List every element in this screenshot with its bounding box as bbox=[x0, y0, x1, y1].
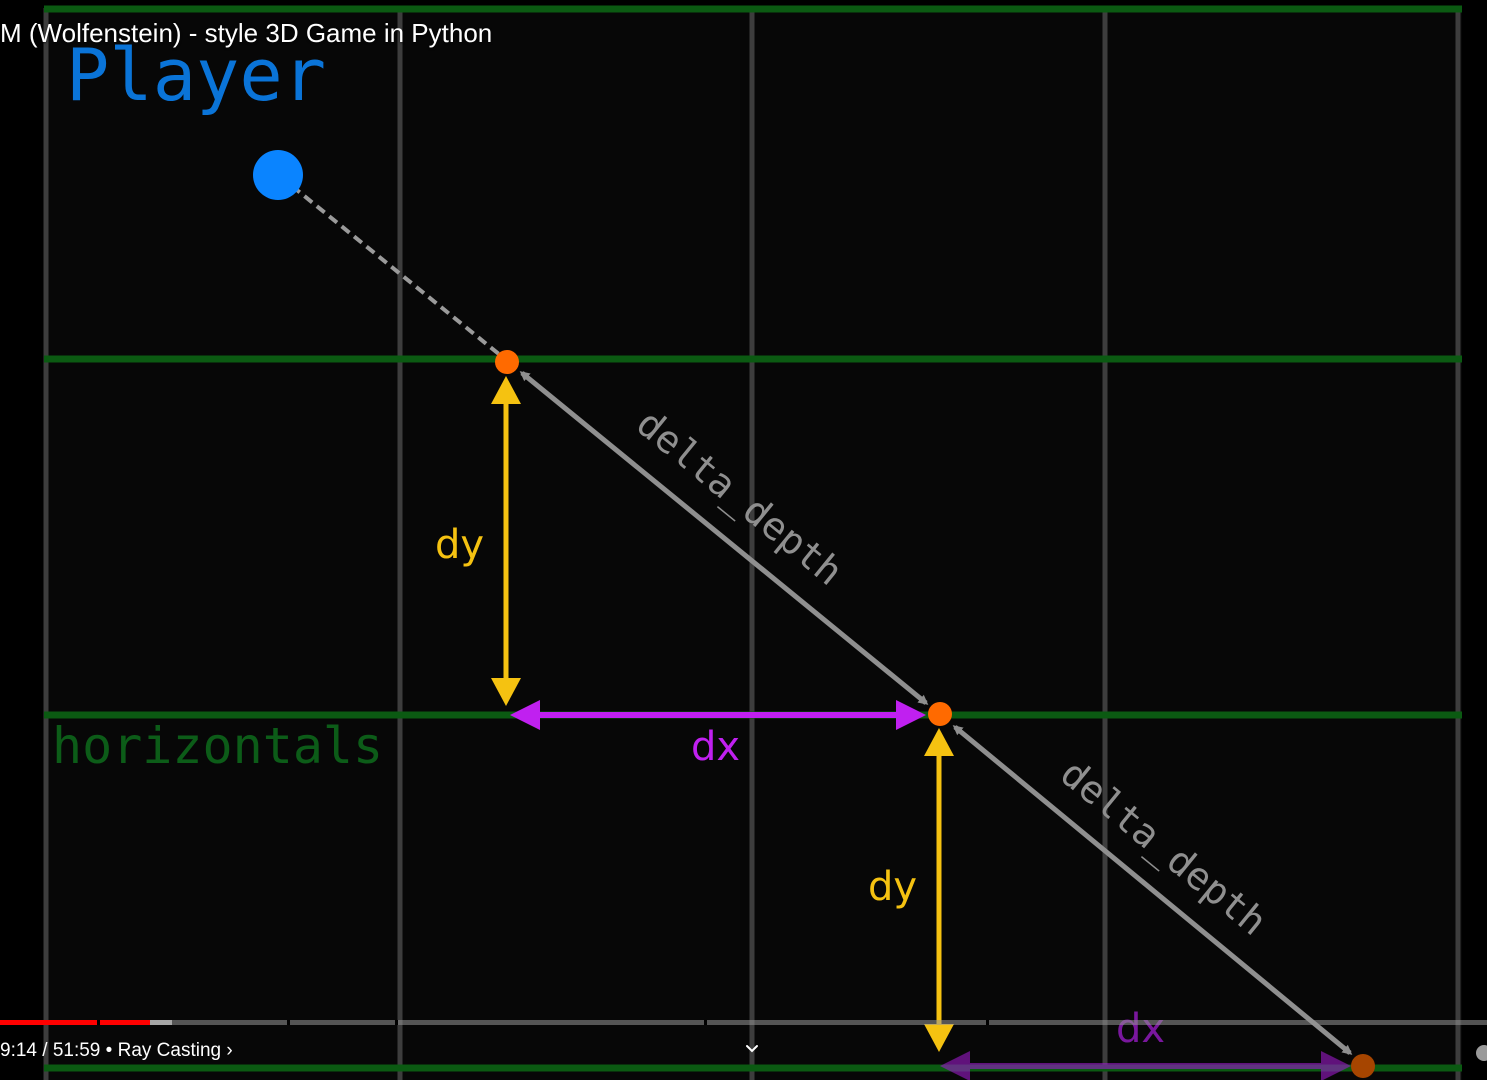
video-title[interactable]: M (Wolfenstein) - style 3D Game in Pytho… bbox=[0, 18, 492, 49]
chapter-bullet: • bbox=[105, 1040, 113, 1062]
dy-label: dy bbox=[435, 522, 484, 568]
chapter-divider bbox=[986, 1020, 989, 1025]
current-time: 9:14 bbox=[0, 1040, 37, 1062]
dx-label: dx bbox=[1116, 1006, 1165, 1052]
dy-label: dy bbox=[868, 864, 917, 910]
time-separator: / bbox=[42, 1040, 48, 1062]
intersection-point bbox=[928, 702, 952, 726]
chapter-divider bbox=[704, 1020, 707, 1025]
chapter-title: Ray Casting bbox=[117, 1040, 222, 1061]
time-display: 9:14 / 51:59 • Ray Casting › bbox=[0, 1040, 233, 1062]
intersection-point bbox=[495, 350, 519, 374]
ray-casting-diagram: Player horizontals dy dy dx dx delta_dep… bbox=[43, 5, 1462, 1080]
chapter-divider bbox=[97, 1020, 100, 1025]
player-dot bbox=[253, 150, 303, 200]
video-progress-bar[interactable] bbox=[0, 1020, 1487, 1025]
duration: 51:59 bbox=[52, 1040, 101, 1062]
chevron-right-icon: › bbox=[226, 1040, 233, 1061]
intersection-point bbox=[1351, 1054, 1375, 1078]
chapter-divider bbox=[287, 1020, 290, 1025]
progress-played bbox=[0, 1020, 151, 1025]
chevron-down-icon[interactable] bbox=[743, 1040, 761, 1058]
horizontals-label: horizontals bbox=[52, 717, 383, 775]
scrubber-handle[interactable] bbox=[1476, 1045, 1487, 1061]
dx-label: dx bbox=[691, 724, 740, 770]
chapter-divider bbox=[395, 1020, 398, 1025]
chapter-title-button[interactable]: Ray Casting › bbox=[118, 1040, 233, 1061]
